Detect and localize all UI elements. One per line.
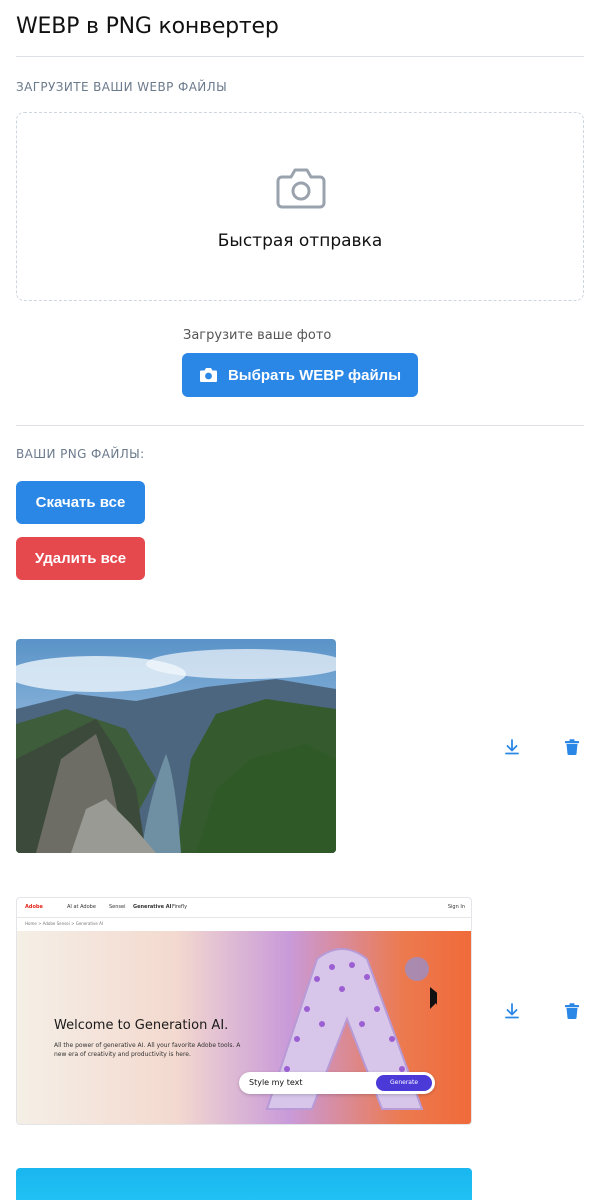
camera-icon: [276, 168, 326, 209]
download-icon[interactable]: [502, 1001, 522, 1021]
upload-section-label: ЗАГРУЗИТЕ ВАШИ WEBP ФАЙЛЫ: [16, 80, 228, 94]
download-all-button[interactable]: Скачать все: [16, 481, 145, 524]
prompt-text: Style my text: [249, 1078, 303, 1087]
trash-icon[interactable]: [562, 737, 582, 757]
adobe-subtext: All the power of generative AI. All your…: [54, 1042, 241, 1058]
adobe-nav: Adobe AI at Adobe Sensei Generative AI F…: [17, 898, 471, 918]
upload-hint: Загрузите ваше фото: [183, 328, 332, 343]
page-title: WEBP в PNG конвертер: [16, 14, 279, 39]
dropzone[interactable]: Быстрая отправка: [16, 112, 584, 301]
generate-button: Generate: [376, 1075, 432, 1091]
choose-button-label: Выбрать WEBP файлы: [227, 366, 402, 384]
camera-icon: [199, 368, 217, 382]
title-divider: [16, 56, 584, 57]
trash-icon[interactable]: [562, 1001, 582, 1021]
adobe-logo: Adobe: [25, 904, 43, 910]
file-thumbnail-landscape: [16, 639, 336, 853]
nav-item: Firefly: [172, 904, 188, 910]
download-icon[interactable]: [502, 737, 522, 757]
breadcrumb: Home > Adobe Sensei > Generative AI: [25, 921, 104, 926]
nav-item: Generative AI: [133, 904, 172, 910]
choose-webp-files-button[interactable]: Выбрать WEBP файлы: [182, 353, 418, 397]
section-divider: [16, 425, 584, 426]
adobe-headline: Welcome to Generation AI.: [54, 1018, 229, 1033]
dropzone-text: Быстрая отправка: [217, 231, 383, 251]
file-thumbnail-adobe: Adobe AI at Adobe Sensei Generative AI F…: [16, 897, 472, 1125]
results-section-label: ВАШИ PNG ФАЙЛЫ:: [16, 447, 145, 461]
prompt-bar: Style my text Generate: [239, 1072, 435, 1094]
delete-all-button[interactable]: Удалить все: [16, 537, 145, 580]
sign-in-link: Sign In: [447, 904, 465, 910]
nav-item: Sensei: [109, 904, 126, 910]
landscape-image: [16, 639, 336, 853]
file-thumbnail-cyan: [16, 1168, 472, 1200]
nav-item: AI at Adobe: [67, 904, 96, 910]
